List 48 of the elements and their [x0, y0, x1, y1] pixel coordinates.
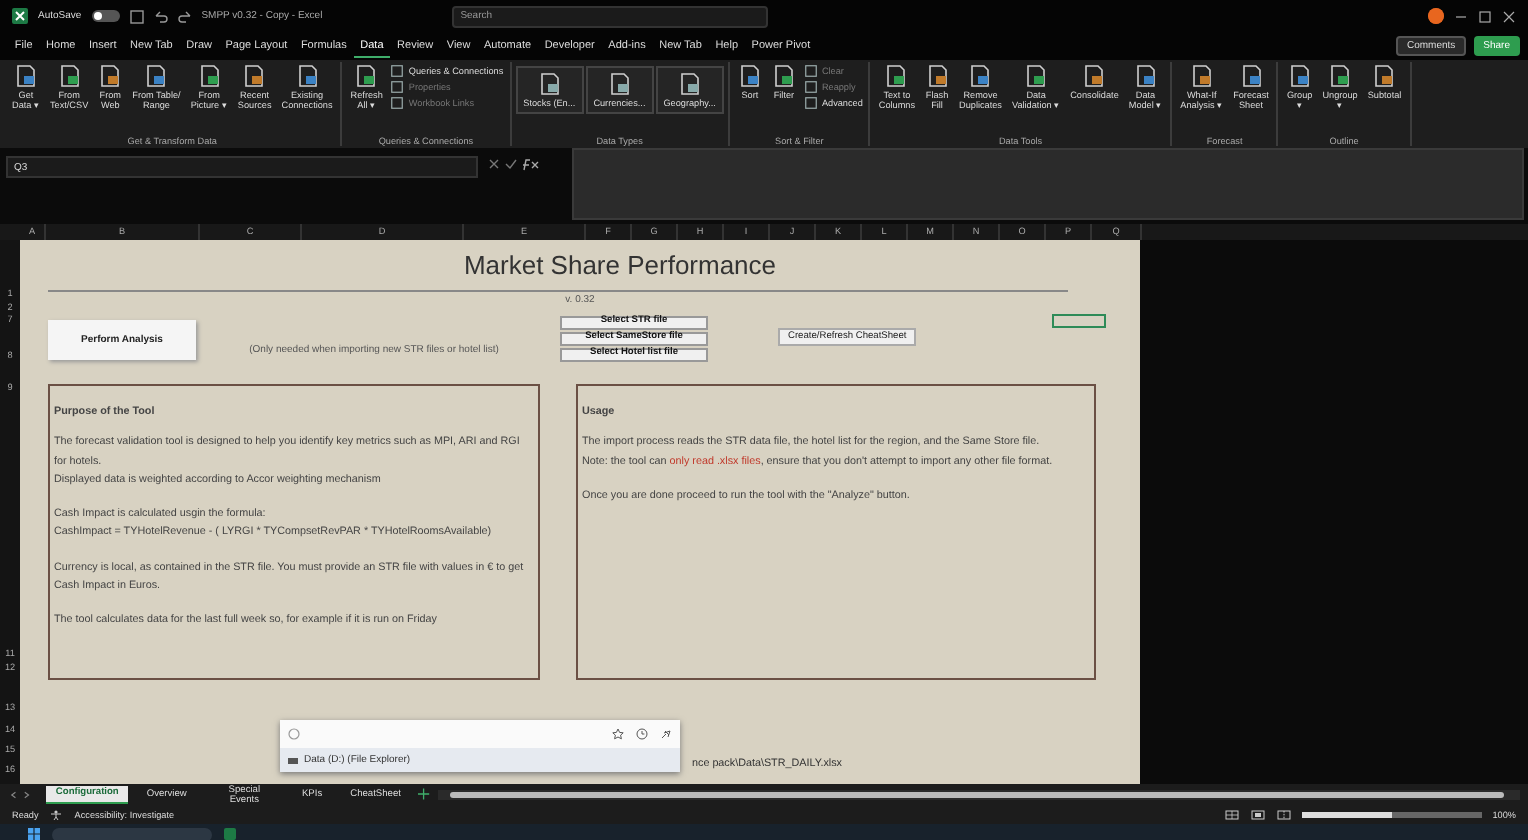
- document-icon: [354, 64, 379, 88]
- document-icon: [537, 72, 562, 96]
- document-icon: [1239, 64, 1263, 88]
- redo-icon[interactable]: [177, 9, 192, 23]
- document-icon: [607, 72, 632, 96]
- selected-cell: [1052, 314, 1106, 328]
- document-icon: [884, 64, 909, 88]
- horizontal-scrollbar[interactable]: [438, 789, 1520, 799]
- page-layout-icon[interactable]: [1250, 809, 1267, 819]
- sheet-title: Market Share Performance: [461, 250, 779, 280]
- save-icon[interactable]: [129, 9, 144, 23]
- document-icon: [1024, 64, 1049, 88]
- accessibility-icon[interactable]: [48, 809, 65, 819]
- pin-icon[interactable]: [660, 728, 672, 740]
- autosave-toggle[interactable]: [91, 10, 120, 22]
- document-icon: [1133, 64, 1158, 88]
- document-icon: [677, 72, 702, 96]
- document-icon: [144, 64, 169, 88]
- add-icon[interactable]: [418, 788, 431, 800]
- document-icon: [197, 64, 222, 88]
- document-icon: [1328, 64, 1353, 88]
- document-icon: [968, 64, 993, 88]
- document-icon: [925, 64, 950, 88]
- page-break-icon[interactable]: [1276, 809, 1293, 819]
- document-icon: [13, 64, 38, 88]
- clock-icon[interactable]: [636, 728, 648, 740]
- undo-icon[interactable]: [153, 9, 168, 23]
- formula-input[interactable]: [572, 148, 1524, 220]
- spreadsheet-logo-icon: [12, 8, 28, 24]
- document-icon: [98, 64, 123, 88]
- document-icon: [1287, 64, 1312, 88]
- windows-icon[interactable]: [28, 828, 40, 840]
- maximize-icon[interactable]: [1478, 9, 1492, 23]
- star-icon[interactable]: [612, 728, 624, 740]
- document-icon: [57, 64, 82, 88]
- document-icon: [1082, 64, 1107, 88]
- zoom-slider[interactable]: [1302, 811, 1393, 817]
- drive-icon: [288, 757, 298, 763]
- normal-view-icon[interactable]: [1224, 809, 1241, 819]
- document-icon: [1189, 64, 1214, 88]
- document-icon: [242, 64, 267, 88]
- document-icon: [737, 64, 762, 88]
- document-icon: [295, 64, 320, 88]
- globe-icon: [288, 728, 300, 740]
- avatar-icon[interactable]: [1428, 8, 1444, 24]
- document-icon: [771, 64, 796, 88]
- close-icon[interactable]: [1502, 9, 1516, 23]
- document-icon: [1372, 64, 1397, 88]
